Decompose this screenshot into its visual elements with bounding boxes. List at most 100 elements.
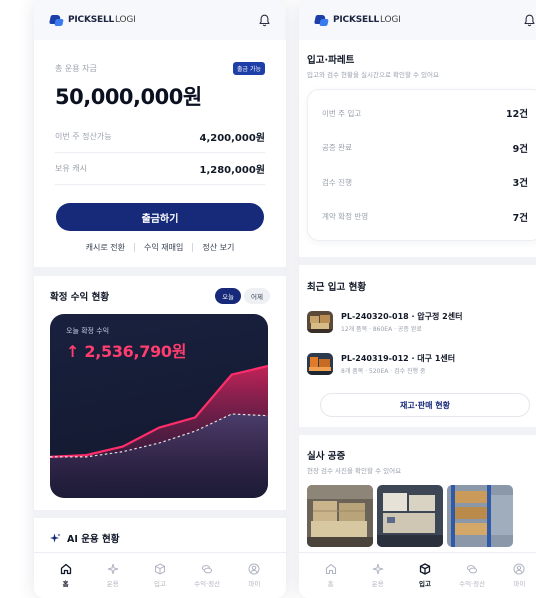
settlement-link[interactable]: 정산 보기 [202, 242, 234, 253]
item-name: PL-240319-012 · 대구 1센터 [341, 354, 456, 363]
profit-chart-card: 오늘 확정 수익 ↑ 2,536,790원 [50, 314, 268, 498]
stat-row: 공증 완료 9건 [322, 131, 528, 166]
today-profit-value: ↑ 2,536,790원 [66, 342, 187, 361]
convert-to-cash-link[interactable]: 캐시로 전환 [86, 242, 125, 253]
home-screen: PICKSELLLOGI 총 운용 자금 출금 가능 50,000,000원 이… [34, 0, 286, 598]
brand-logo[interactable]: PICKSELLLOGI [315, 15, 401, 26]
tab-label: 홈 [62, 580, 69, 588]
tab-label: 입고 [153, 580, 166, 588]
assets-label: 총 운용 자금 [55, 64, 97, 73]
stat-row: 이번 주 입고 12건 [322, 96, 528, 131]
sparkle-icon [107, 563, 118, 575]
warehouse-photo[interactable] [377, 485, 443, 547]
tab-inbound[interactable]: 입고 [142, 563, 178, 588]
quick-links: 캐시로 전환 수익 재매입 정산 보기 [55, 242, 265, 253]
box-icon [154, 563, 165, 575]
settle-value: 4,200,000원 [199, 133, 265, 144]
link-separator [134, 243, 135, 252]
coins-icon [467, 565, 478, 574]
tab-label: 수익·정산 [459, 580, 486, 588]
brand-name: PICKSELL [68, 15, 115, 25]
tab-operation[interactable]: 운용 [95, 563, 131, 588]
brand-name: PICKSELL [333, 15, 380, 25]
tab-label: 운용 [106, 580, 119, 588]
stat-label: 검수 진행 [322, 177, 352, 187]
home-icon [60, 563, 71, 575]
assets-card: 총 운용 자금 출금 가능 50,000,000원 이번 주 정산가능 4,20… [34, 40, 286, 267]
pallet-thumbnail [307, 353, 333, 375]
stat-value: 12건 [506, 109, 528, 121]
photo-strip [307, 485, 536, 547]
tab-home[interactable]: 홈 [48, 563, 84, 588]
tab-revenue[interactable]: 수익·정산 [189, 563, 225, 588]
logo-mark-icon [315, 15, 328, 26]
brand-suffix: LOGI [115, 15, 136, 25]
inbound-title: 입고·파레트 [307, 55, 355, 66]
list-item[interactable]: PL-240319-012 · 대구 1센터 8개 품목 · 520EA · 검… [307, 343, 536, 385]
tab-my[interactable]: 마이 [236, 563, 272, 588]
app-header: PICKSELLLOGI [34, 0, 286, 40]
tab-revenue[interactable]: 수익·정산 [454, 563, 490, 588]
home-icon [325, 563, 336, 575]
item-meta: 8개 품목 · 520EA · 검수 진행 중 [341, 368, 426, 375]
recent-title: 최근 입고 현황 [307, 282, 367, 293]
tab-my[interactable]: 마이 [501, 563, 536, 588]
brand-suffix: LOGI [380, 15, 401, 25]
withdraw-button[interactable]: 출금하기 [56, 203, 264, 231]
inventory-sales-button[interactable]: 재고·판매 현황 [320, 393, 530, 417]
inbound-stats-card: 이번 주 입고 12건 공증 완료 9건 검수 진행 3건 계약 확정 반영 7… [307, 89, 536, 241]
brand-logo[interactable]: PICKSELLLOGI [50, 15, 136, 26]
bell-icon[interactable] [258, 13, 270, 27]
tab-home[interactable]: 홈 [313, 563, 349, 588]
ai-title: AI 운용 현황 [67, 534, 120, 545]
settle-row: 이번 주 정산가능 4,200,000원 [55, 129, 265, 144]
stat-label: 이번 주 입고 [322, 108, 362, 118]
app-header: PICKSELLLOGI [299, 0, 536, 40]
user-icon [513, 563, 525, 575]
tab-operation[interactable]: 운용 [360, 563, 396, 588]
reinvest-link[interactable]: 수익 재매입 [144, 242, 183, 253]
settle-label: 이번 주 정산가능 [55, 132, 112, 141]
tab-label: 수익·정산 [194, 580, 221, 588]
item-name: PL-240320-018 · 압구정 2센터 [341, 312, 463, 321]
list-item[interactable]: PL-240320-018 · 압구정 2센터 12개 품목 · 860EA ·… [307, 301, 536, 343]
recent-inbound-section: 최근 입고 현황 PL-240320-018 · 압구정 2센터 12개 품목 … [299, 265, 536, 427]
item-meta: 12개 품목 · 860EA · 공증 완료 [341, 326, 422, 333]
logo-mark-icon [50, 15, 63, 26]
tab-yesterday[interactable]: 어제 [244, 288, 270, 304]
stat-value: 3건 [512, 178, 528, 190]
stat-row: 계약 확정 반영 7건 [322, 200, 528, 235]
tab-inbound[interactable]: 입고 [407, 563, 443, 588]
tab-label: 홈 [327, 580, 334, 588]
coins-icon [202, 565, 213, 574]
cash-value: 1,280,000원 [199, 165, 265, 176]
tab-label: 마이 [513, 580, 526, 588]
sparkle-icon [50, 533, 61, 542]
total-amount: 50,000,000원 [55, 85, 202, 109]
bell-icon[interactable] [523, 13, 535, 27]
sparkle-icon [372, 563, 383, 575]
profit-section: 확정 수익 현황 오늘 어제 오늘 확정 수익 ↑ 2,536,790원 [34, 276, 286, 510]
profit-title: 확정 수익 현황 [50, 292, 110, 303]
pallet-thumbnail [307, 311, 333, 333]
cash-label: 보유 캐시 [55, 164, 87, 173]
warehouse-photo[interactable] [447, 485, 513, 547]
user-icon [248, 563, 260, 575]
stat-value: 7건 [512, 212, 528, 224]
stat-row: 검수 진행 3건 [322, 165, 528, 200]
bottom-tab-bar: 홈 운용 입고 수익·정산 마이 [34, 552, 286, 598]
tab-label: 입고 [418, 580, 431, 588]
stat-value: 9건 [512, 143, 528, 155]
cash-row: 보유 캐시 1,280,000원 [55, 161, 265, 176]
tab-today[interactable]: 오늘 [215, 288, 242, 304]
bottom-tab-bar: 홈 운용 입고 수익·정산 마이 [299, 552, 536, 598]
divider [55, 152, 265, 153]
inbound-screen: PICKSELLLOGI 입고·파레트 입고와 검수 현황을 실시간으로 확인할… [299, 0, 536, 598]
tab-label: 운용 [371, 580, 384, 588]
inbound-section: 입고·파레트 입고와 검수 현황을 실시간으로 확인할 수 있어요 이번 주 입… [299, 40, 536, 257]
box-icon [419, 563, 431, 575]
warehouse-photo[interactable] [307, 485, 373, 547]
photo-title: 실사 공증 [307, 451, 346, 462]
inbound-subtitle: 입고와 검수 현황을 실시간으로 확인할 수 있어요 [307, 71, 439, 79]
tab-label: 마이 [248, 580, 261, 588]
